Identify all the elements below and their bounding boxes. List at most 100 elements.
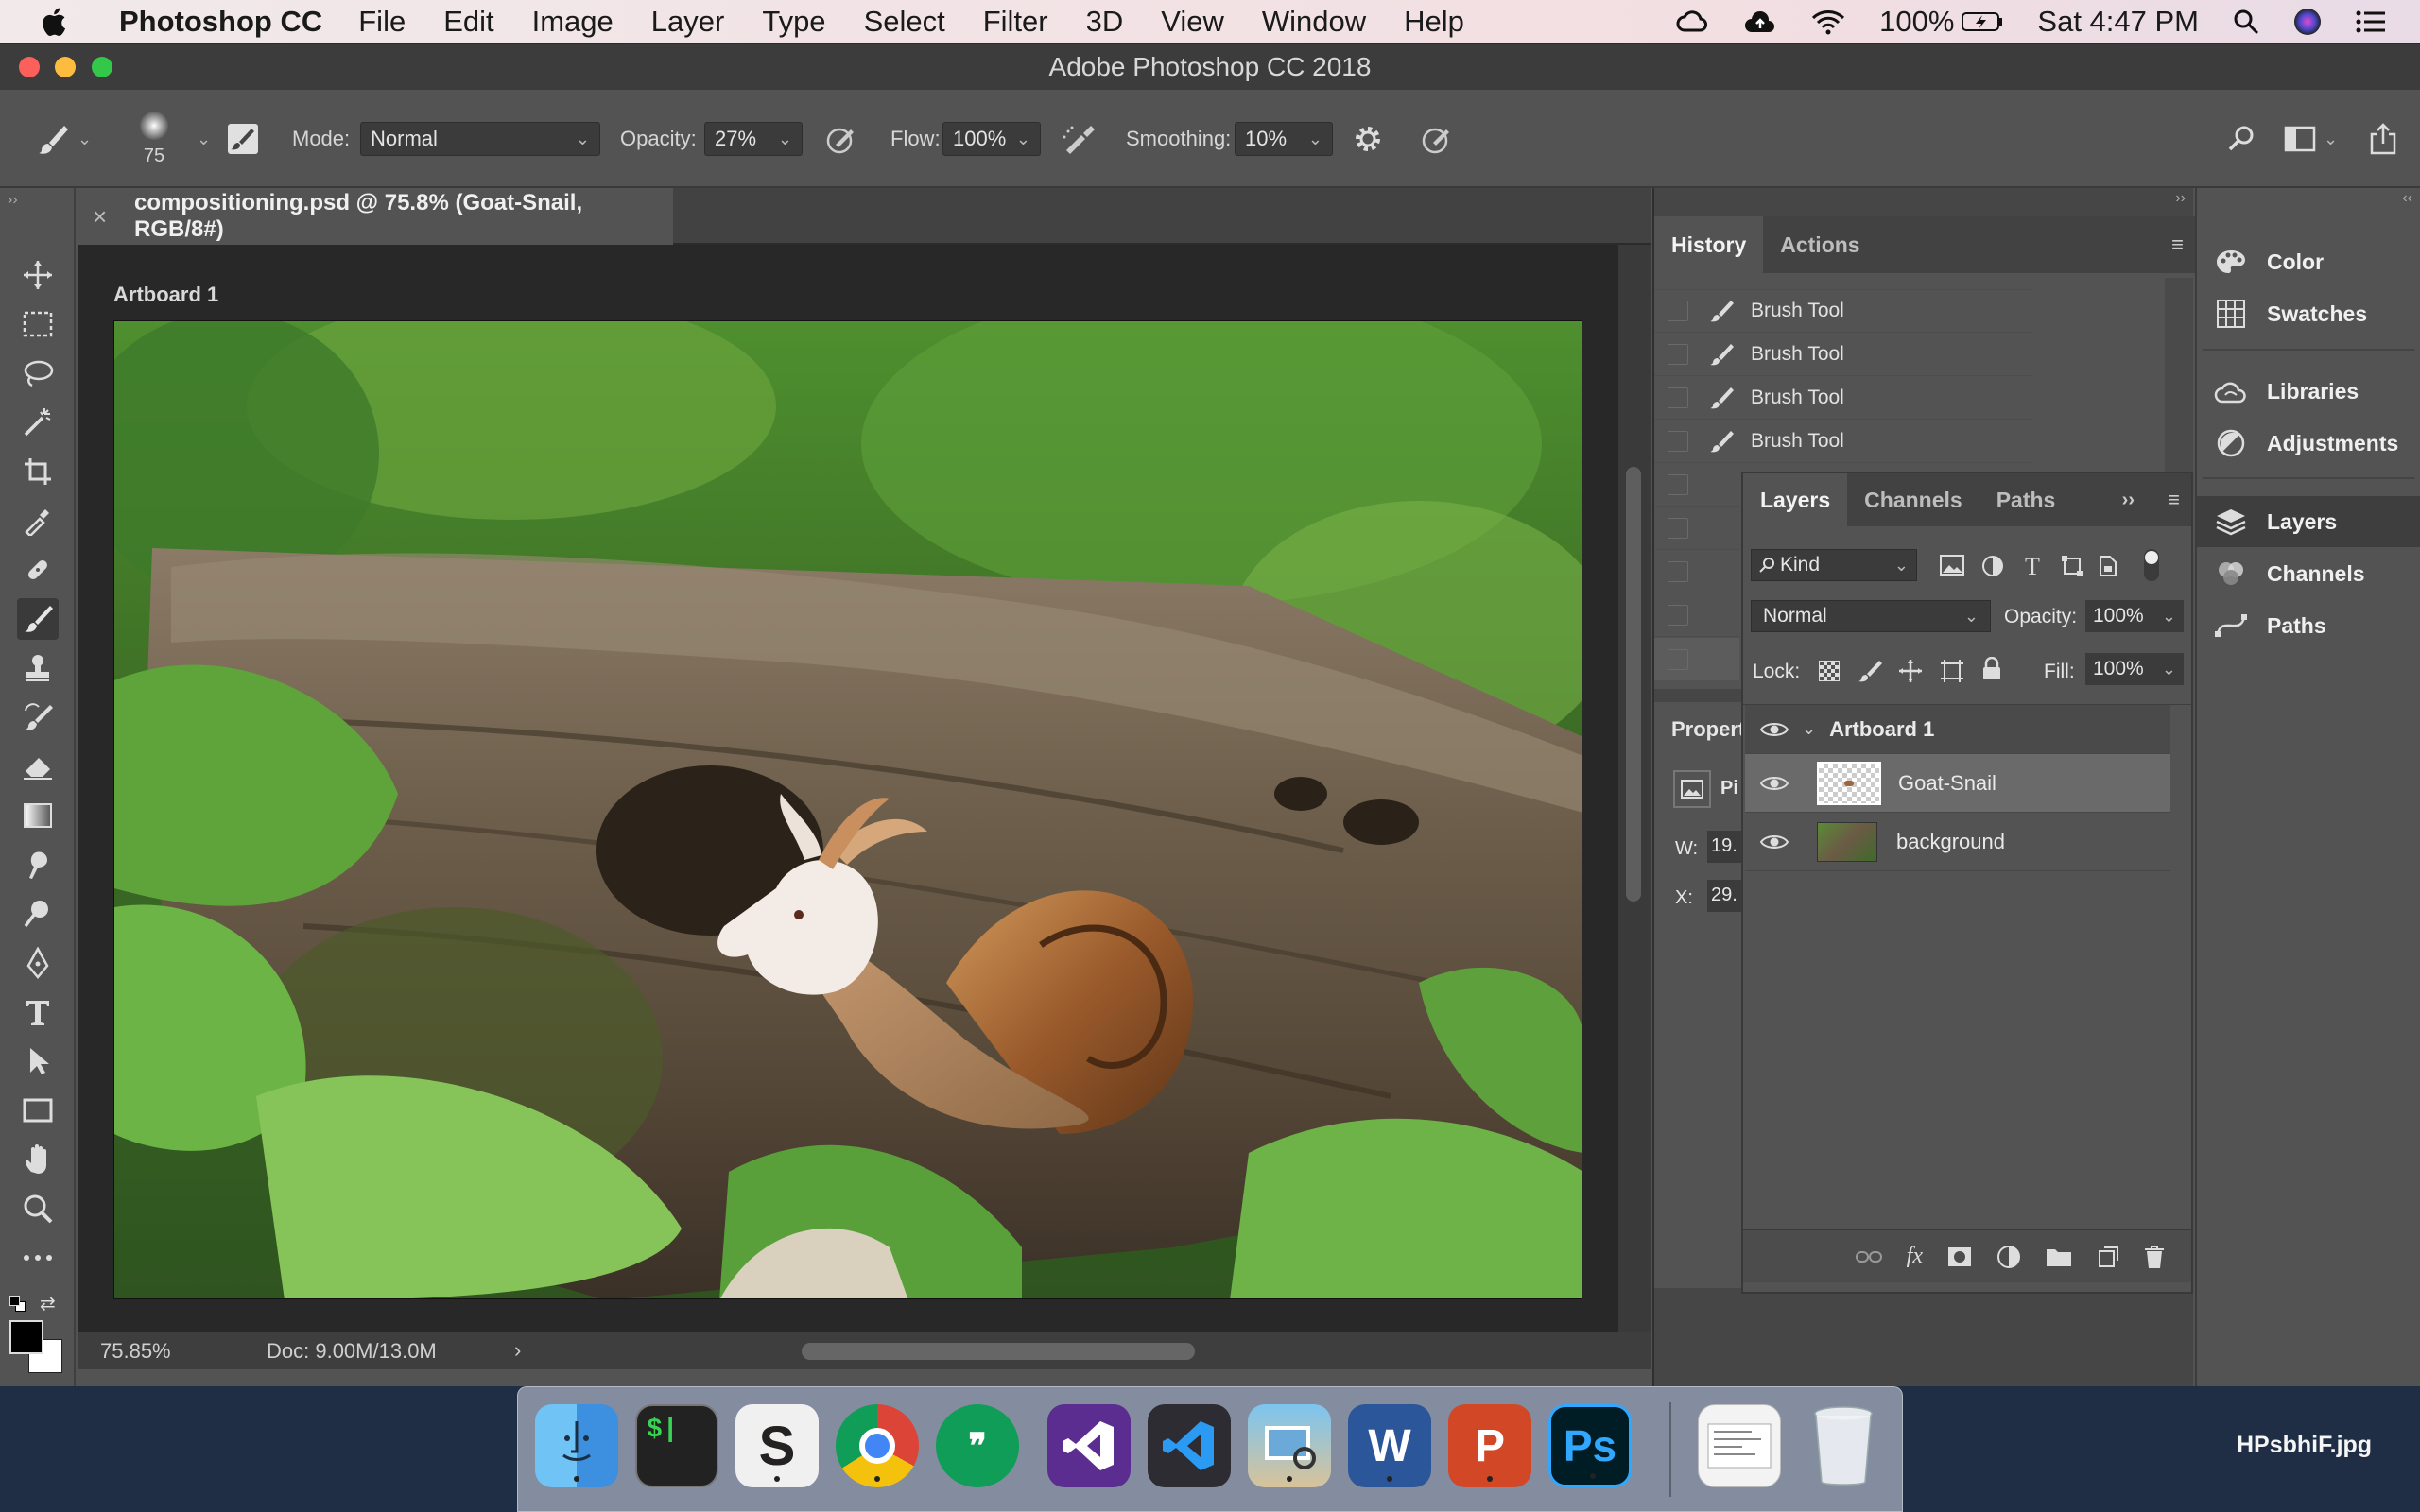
visibility-eye-icon[interactable] (1760, 833, 1789, 851)
dock-app-terminal[interactable]: $| (635, 1404, 718, 1487)
vertical-scroll-thumb[interactable] (1626, 467, 1641, 902)
desktop-file-label[interactable]: HPsbhiF.jpg (2237, 1432, 2372, 1459)
lock-image-pixels-icon[interactable] (1858, 659, 1883, 683)
add-mask-icon[interactable] (1947, 1246, 1972, 1267)
lock-artboard-icon[interactable] (1940, 659, 1964, 683)
smoothing-options-button[interactable] (1352, 90, 1384, 188)
history-source-checkbox[interactable] (1668, 561, 1688, 582)
blend-mode-select[interactable]: Normal ⌄ (1751, 600, 1991, 632)
fill-field[interactable]: 100% ⌄ (2085, 653, 2184, 685)
canvas-vertical-scrollbar[interactable] (1618, 245, 1651, 1332)
minimize-window-button[interactable] (55, 57, 76, 77)
flow-field[interactable]: 100% ⌄ (942, 122, 1041, 156)
history-row-partial[interactable] (1654, 273, 2032, 290)
lasso-tool[interactable] (17, 352, 59, 394)
share-button[interactable] (2369, 90, 2397, 188)
menu-help[interactable]: Help (1385, 5, 1483, 39)
creative-cloud-icon[interactable] (1675, 9, 1709, 34)
history-source-checkbox[interactable] (1668, 431, 1688, 452)
status-menu-arrow-icon[interactable]: › (514, 1338, 521, 1363)
move-tool[interactable] (17, 254, 59, 296)
layer-group-row[interactable]: ⌄ Artboard 1 (1745, 705, 2170, 754)
opacity-field[interactable]: 27% ⌄ (704, 122, 803, 156)
zoom-tool[interactable] (17, 1188, 59, 1229)
menu-window[interactable]: Window (1243, 5, 1385, 39)
cloud-upload-icon[interactable] (1743, 9, 1777, 34)
tab-actions[interactable]: Actions (1763, 216, 1876, 273)
group-expand-chevron-icon[interactable]: ⌄ (1802, 719, 1816, 739)
dock-app-preview[interactable] (1248, 1404, 1331, 1487)
visibility-eye-icon[interactable] (1760, 774, 1789, 793)
menu-view[interactable]: View (1142, 5, 1243, 39)
delete-layer-trash-icon[interactable] (2144, 1245, 2165, 1269)
pressure-size-toggle[interactable] (1420, 90, 1454, 188)
menu-edit[interactable]: Edit (424, 5, 512, 39)
smoothing-field[interactable]: 10% ⌄ (1235, 122, 1333, 156)
menu-file[interactable]: File (339, 5, 424, 39)
history-source-checkbox[interactable] (1668, 301, 1688, 321)
collapse-tools-icon[interactable]: ›› (8, 192, 18, 209)
dock-trash[interactable] (1802, 1404, 1885, 1487)
siri-icon[interactable] (2293, 8, 2322, 36)
dock-app-powerpoint[interactable]: P (1448, 1404, 1531, 1487)
default-colors-icon[interactable] (9, 1296, 26, 1313)
collapse-panels-icon[interactable]: ›› (2175, 190, 2186, 207)
history-row[interactable] (1654, 551, 1739, 593)
history-row[interactable] (1654, 594, 1739, 637)
history-source-checkbox[interactable] (1668, 518, 1688, 539)
tab-paths[interactable]: Paths (1979, 473, 2073, 526)
dock-recent-document[interactable] (1698, 1404, 1781, 1487)
properties-title[interactable]: Propert (1671, 717, 1745, 742)
spotlight-icon[interactable] (2233, 9, 2259, 35)
new-layer-icon[interactable] (2097, 1246, 2119, 1268)
rectangle-tool[interactable] (17, 1090, 59, 1131)
dock-adjustments-panel[interactable]: Adjustments (2197, 418, 2420, 469)
lock-position-icon[interactable] (1898, 659, 1923, 683)
new-group-folder-icon[interactable] (2046, 1246, 2072, 1267)
new-fill-adjustment-icon[interactable] (1996, 1245, 2021, 1269)
dock-app-slack[interactable]: S (735, 1404, 819, 1487)
history-row[interactable]: Brush Tool (1654, 290, 2032, 333)
dock-layers-panel[interactable]: Layers (2197, 496, 2420, 547)
history-brush-tool[interactable] (17, 696, 59, 738)
expand-dock-icon[interactable]: ‹‹ (2402, 190, 2412, 207)
link-layers-icon[interactable] (1855, 1249, 1882, 1264)
tab-channels[interactable]: Channels (1847, 473, 1979, 526)
dock-libraries-panel[interactable]: Libraries (2197, 366, 2420, 417)
layer-filter-select[interactable]: Kind ⌄ (1751, 549, 1917, 581)
history-row[interactable]: Brush Tool (1654, 377, 2032, 420)
battery-percentage[interactable]: 100% (1879, 5, 1954, 39)
zoom-level-field[interactable]: 75.85% (100, 1339, 171, 1364)
notification-center-icon[interactable] (2356, 9, 2386, 34)
history-row[interactable]: Brush Tool (1654, 421, 2032, 463)
history-panel-menu-icon[interactable]: ≡ (2171, 232, 2184, 257)
lock-transparent-pixels-icon[interactable] (1819, 661, 1840, 681)
filter-shape-icon[interactable] (2061, 555, 2083, 577)
layer-row-selected[interactable]: Goat-Snail (1745, 754, 2170, 813)
history-source-checkbox[interactable] (1668, 387, 1688, 408)
dock-color-panel[interactable]: Color (2197, 236, 2420, 287)
magic-wand-tool[interactable] (17, 402, 59, 443)
history-row[interactable] (1654, 638, 1739, 680)
visibility-eye-icon[interactable] (1760, 720, 1789, 739)
document-tab[interactable]: × compositioning.psd @ 75.8% (Goat-Snail… (78, 188, 673, 245)
healing-brush-tool[interactable] (17, 549, 59, 591)
history-row[interactable]: Brush Tool (1654, 334, 2032, 376)
hand-tool[interactable] (17, 1139, 59, 1180)
dock-channels-panel[interactable]: Channels (2197, 548, 2420, 599)
dock-app-finder[interactable] (535, 1404, 618, 1487)
dock-app-word[interactable]: W (1348, 1404, 1431, 1487)
close-window-button[interactable] (19, 57, 40, 77)
menu-select[interactable]: Select (845, 5, 964, 39)
dock-app-hangouts[interactable]: ❞ (936, 1404, 1019, 1487)
brush-size-picker[interactable]: 75 (140, 90, 168, 188)
filter-smart-object-icon[interactable] (2097, 555, 2119, 577)
filter-toggle-switch[interactable] (2144, 549, 2159, 581)
tab-layers[interactable]: Layers (1743, 473, 1848, 526)
dock-app-chrome[interactable] (836, 1404, 919, 1487)
battery-icon[interactable] (1962, 11, 2003, 32)
foreground-color-swatch[interactable] (9, 1320, 43, 1354)
menu-filter[interactable]: Filter (964, 5, 1067, 39)
marquee-tool[interactable] (17, 303, 59, 345)
dock-swatches-panel[interactable]: Swatches (2197, 288, 2420, 339)
